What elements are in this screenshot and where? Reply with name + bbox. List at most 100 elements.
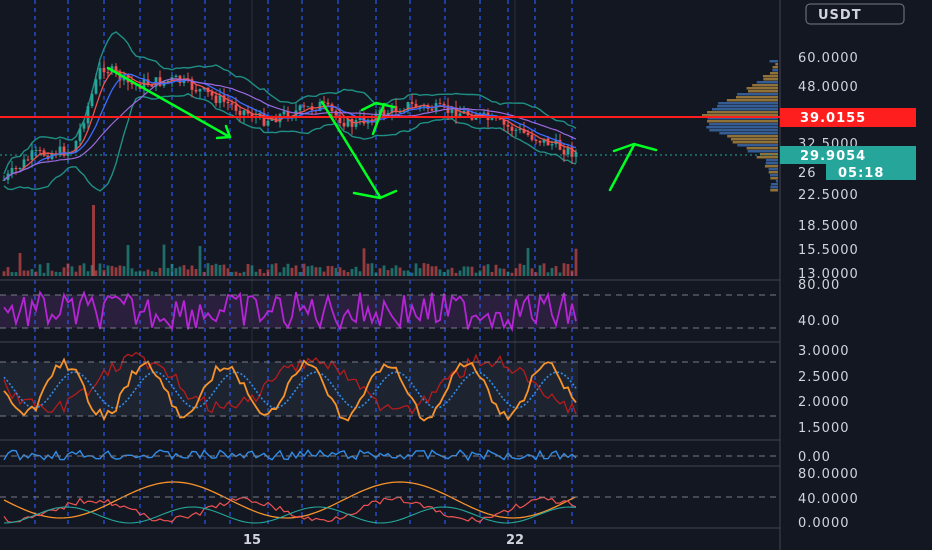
volume-bar [558,272,562,276]
volume-bar [506,271,510,276]
volume-bar [92,205,95,276]
profile-bar [770,189,778,192]
candle-body [10,167,14,174]
candle-body [98,67,102,80]
volume-bar [414,263,418,276]
candle-body [90,93,94,107]
volume-bar [58,272,62,276]
candle-body [302,105,306,107]
volume-bar [258,269,262,276]
volume-bar [146,269,150,276]
volume-bar [474,272,478,276]
volume-bar [382,265,386,276]
profile-bar [765,162,778,165]
candle-body [34,150,38,152]
profile-bar [707,120,778,123]
volume-bar [466,266,470,276]
volume-bar [370,263,374,276]
candle-body [2,179,6,181]
stoch-tick: 1.5000 [798,421,850,436]
volume-bar [534,272,538,276]
volume-bar [150,271,154,276]
volume-bar [378,268,382,276]
candle-body [238,110,242,116]
volume-bar [2,271,6,276]
volume-bar [482,265,486,276]
volume-bar [514,268,518,276]
volume-bar [546,272,550,276]
profile-bar [732,141,778,144]
volume-bar [102,269,106,276]
profile-bar [726,99,778,102]
volume-bar [46,263,50,276]
candle-body [102,67,106,73]
profile-bar [764,165,778,168]
volume-bar [18,252,22,276]
bar-countdown: 05:18 [838,166,884,181]
candle-body [534,139,538,141]
volume-bar [238,272,242,276]
volume-bar [354,266,358,276]
profile-bar [747,150,778,153]
volume-bar [86,271,90,276]
volume-bar [554,266,558,276]
volume-bar [194,269,198,276]
momentum-tick: 0.00 [798,450,831,465]
profile-bar [718,102,778,105]
profile-bar [775,180,778,183]
volume-bar [142,271,146,276]
volume-bar [234,271,238,276]
volume-bar [114,267,118,276]
candle-body [82,123,86,129]
volume-bar [526,247,530,276]
volume-bar [270,264,274,276]
volume-bar [34,271,38,276]
rsi-tick: 80.00 [798,278,840,293]
volume-bar [318,267,322,276]
candle-body [230,103,234,105]
volume-bar [362,248,366,276]
volume-bar [282,267,286,276]
volume-bar [470,266,474,276]
volume-bar [214,263,218,276]
candle-body [550,144,554,146]
time-axis-label: 15 [243,533,261,548]
candle-body [226,101,230,104]
volume-bar [530,268,534,276]
volume-bar [334,267,338,276]
volume-bar [158,267,162,276]
candle-body [174,75,178,78]
currency-button[interactable]: USDT [805,3,905,25]
profile-bar [775,63,778,66]
profile-bar [772,69,778,72]
volume-bar [262,272,266,276]
profile-bar [752,84,778,87]
current-price-value: 29.9054 [800,149,866,164]
profile-bar [756,81,778,84]
profile-bar [772,66,778,69]
candle-body [482,112,486,114]
volume-bar [78,265,82,276]
candle-body [78,128,82,141]
volume-bar [38,264,42,276]
candle-body [106,72,110,74]
volume-bar [342,270,346,276]
volume-bar [366,263,370,276]
candle-body [242,110,246,116]
chart-canvas[interactable]: 60.0000 48.0000 32.5000 26 22.5000 18.50… [0,0,932,550]
candle-body [94,79,98,94]
level-price-badge: 39.0155 [780,108,916,127]
profile-bar [769,60,778,63]
volume-bar [394,265,398,276]
profile-bar [746,147,778,150]
volume-bar [54,271,58,276]
volume-bar [246,263,250,276]
volume-bar [166,267,170,276]
candle-body [342,122,346,127]
volume-bar [398,267,402,276]
candle-body [306,106,310,108]
volume-bar [310,265,314,276]
candle-body [506,124,510,127]
volume-bar [210,265,214,276]
volume-bar [290,267,294,276]
